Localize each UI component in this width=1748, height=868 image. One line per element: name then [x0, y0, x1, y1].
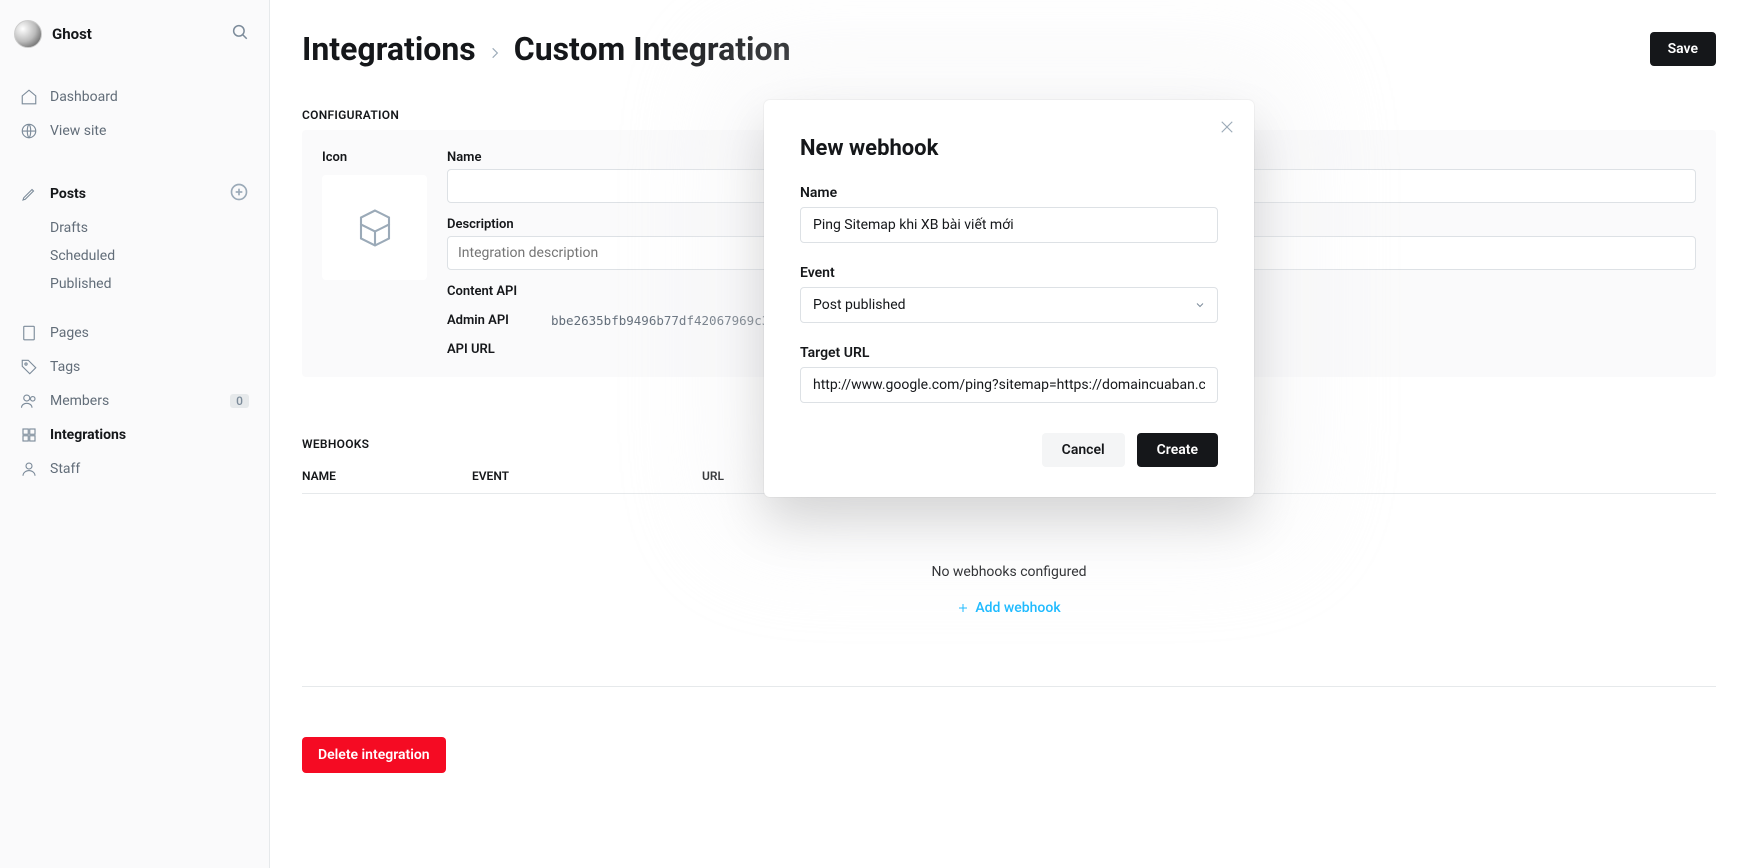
- sidebar-item-tags[interactable]: Tags: [0, 350, 269, 384]
- save-button[interactable]: Save: [1650, 32, 1716, 66]
- admin-api-key-label: Admin API: [447, 313, 537, 328]
- webhook-event-select[interactable]: Post published: [800, 287, 1218, 323]
- search-icon[interactable]: [231, 23, 249, 45]
- sidebar-item-posts[interactable]: Posts: [0, 174, 269, 214]
- close-icon[interactable]: [1218, 118, 1236, 136]
- integrations-icon: [20, 426, 38, 444]
- webhooks-col-name: NAME: [302, 469, 472, 483]
- create-button[interactable]: Create: [1137, 433, 1218, 467]
- webhooks-col-event: EVENT: [472, 469, 702, 483]
- cancel-button[interactable]: Cancel: [1042, 433, 1125, 467]
- webhook-name-label: Name: [800, 185, 1218, 201]
- integration-icon-uploader[interactable]: [322, 175, 427, 280]
- pencil-icon: [20, 185, 38, 203]
- add-webhook-button[interactable]: Add webhook: [302, 600, 1716, 687]
- webhook-name-input[interactable]: [800, 207, 1218, 243]
- sidebar-item-scheduled[interactable]: Scheduled: [0, 242, 269, 270]
- site-logo: [14, 20, 42, 48]
- staff-icon: [20, 460, 38, 478]
- breadcrumb-current: Custom Integration: [514, 30, 791, 68]
- sidebar-item-label: Members: [50, 393, 109, 409]
- add-webhook-label: Add webhook: [975, 600, 1060, 616]
- site-brand[interactable]: Ghost: [14, 20, 92, 48]
- sidebar-item-published[interactable]: Published: [0, 270, 269, 298]
- webhook-target-url-input[interactable]: [800, 367, 1218, 403]
- page-icon: [20, 324, 38, 342]
- content-api-key-label: Content API: [447, 284, 537, 299]
- new-post-button[interactable]: [229, 182, 249, 206]
- api-url-label: API URL: [447, 342, 537, 357]
- breadcrumb: Integrations Custom Integration: [302, 30, 791, 68]
- sidebar-item-dashboard[interactable]: Dashboard: [0, 80, 269, 114]
- globe-icon: [20, 122, 38, 140]
- icon-label: Icon: [322, 150, 427, 165]
- sidebar-item-label: Posts: [50, 186, 86, 202]
- webhook-target-url-label: Target URL: [800, 345, 1218, 361]
- sidebar-item-members[interactable]: Members 0: [0, 384, 269, 418]
- sidebar-item-drafts[interactable]: Drafts: [0, 214, 269, 242]
- webhook-event-label: Event: [800, 265, 1218, 281]
- sidebar-item-label: Integrations: [50, 427, 126, 443]
- sidebar-item-pages[interactable]: Pages: [0, 316, 269, 350]
- modal-title: New webhook: [800, 136, 1218, 161]
- members-icon: [20, 392, 38, 410]
- sidebar-item-label: Pages: [50, 325, 89, 341]
- delete-integration-button[interactable]: Delete integration: [302, 737, 446, 773]
- home-icon: [20, 88, 38, 106]
- sidebar-item-staff[interactable]: Staff: [0, 452, 269, 486]
- webhooks-empty-state: No webhooks configured: [302, 494, 1716, 600]
- members-count-badge: 0: [230, 394, 249, 408]
- new-webhook-modal: New webhook Name Event Post published Ta…: [764, 100, 1254, 497]
- site-name: Ghost: [52, 25, 92, 43]
- sidebar-item-label: Dashboard: [50, 89, 118, 105]
- plus-icon: [957, 602, 969, 614]
- chevron-right-icon: [488, 30, 502, 68]
- sidebar-item-view-site[interactable]: View site: [0, 114, 269, 148]
- sidebar-item-label: View site: [50, 123, 106, 139]
- sidebar-item-label: Tags: [50, 359, 80, 375]
- breadcrumb-root[interactable]: Integrations: [302, 30, 476, 68]
- sidebar-item-label: Staff: [50, 461, 80, 477]
- tag-icon: [20, 358, 38, 376]
- package-icon: [354, 207, 396, 249]
- sidebar-item-integrations[interactable]: Integrations: [0, 418, 269, 452]
